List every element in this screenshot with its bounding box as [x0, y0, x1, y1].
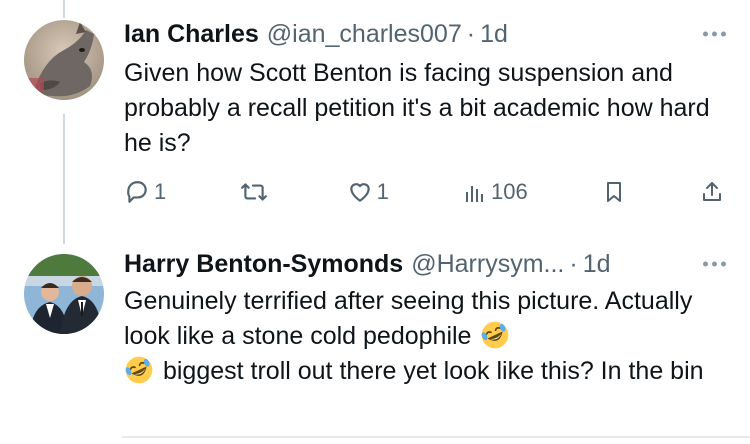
like-count: 1 [376, 179, 389, 204]
timestamp[interactable]: 1d [480, 20, 508, 49]
like-button[interactable]: 1 [347, 179, 389, 205]
heart-icon [349, 183, 370, 202]
action-bar: 1 1 106 [124, 172, 724, 212]
retweet-button[interactable] [240, 179, 272, 205]
views-button[interactable]: 106 [463, 179, 528, 205]
share-button[interactable] [700, 179, 724, 205]
bottom-divider [122, 436, 750, 438]
rolling-on-floor-laughing-emoji [482, 321, 509, 349]
author-name[interactable]: Harry Benton-Symonds [124, 250, 403, 279]
avatar[interactable] [24, 254, 104, 334]
tweet-text-part-2: biggest troll out there yet look like th… [162, 357, 704, 385]
tweet-text: Genuinely terrified after seeing this pi… [124, 284, 724, 389]
reply-icon [127, 181, 147, 203]
view-count: 106 [490, 179, 528, 204]
tweet-text-part-1: Genuinely terrified after seeing this pi… [124, 287, 693, 350]
tweet-header: Harry Benton-Symonds @Harrysym... · 1d [124, 246, 726, 282]
separator: · [466, 19, 476, 48]
more-dots-icon[interactable] [703, 261, 726, 267]
retweet-icon [241, 183, 268, 201]
reply-count: 1 [154, 179, 167, 204]
separator: · [569, 249, 578, 278]
author-handle[interactable]: @ian_charles007 [267, 20, 462, 49]
tweet-header: Ian Charles @ian_charles007 · 1d [124, 16, 726, 52]
author-name[interactable]: Ian Charles [124, 20, 259, 49]
bookmark-button[interactable] [602, 179, 626, 205]
views-chart-icon [465, 186, 483, 202]
bookmark-icon [606, 182, 621, 202]
tweet-harry-benton-symonds[interactable]: Harry Benton-Symonds @Harrysym... · 1d G… [0, 244, 750, 444]
reply-button[interactable]: 1 [124, 179, 166, 205]
share-icon [703, 182, 721, 201]
tweet-text: Given how Scott Benton is facing suspens… [124, 59, 710, 157]
tweet-ian-charles[interactable]: Ian Charles @ian_charles007 · 1d Given h… [0, 0, 750, 244]
rolling-on-floor-laughing-emoji [125, 356, 153, 384]
more-dots-icon[interactable] [703, 31, 726, 37]
timestamp[interactable]: 1d [583, 250, 611, 279]
avatar[interactable] [24, 20, 104, 100]
author-handle[interactable]: @Harrysym... [411, 250, 564, 279]
